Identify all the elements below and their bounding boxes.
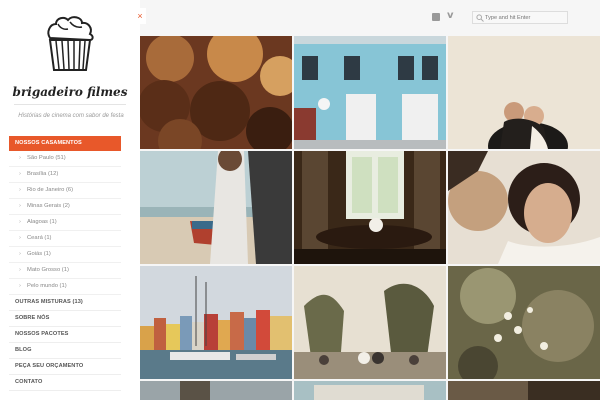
nav-subitem-mato-grosso[interactable]: › Mato Grosso (1) bbox=[9, 263, 121, 279]
nav-item-nossos-pacotes[interactable]: NOSSOS PACOTES bbox=[9, 327, 121, 343]
video-thumbnail[interactable] bbox=[448, 381, 600, 400]
nav-subitem-label: Minas Gerais (2) bbox=[27, 203, 70, 209]
video-thumbnail[interactable] bbox=[294, 36, 446, 149]
nav-subitem-label: Mato Grosso (1) bbox=[27, 267, 69, 273]
video-thumbnail[interactable] bbox=[140, 36, 292, 149]
nav-subitem-pelo-mundo[interactable]: › Pelo mundo (1) bbox=[9, 279, 121, 295]
nav-subitem-label: Pelo mundo (1) bbox=[27, 283, 67, 289]
main-nav: NOSSOS CASAMENTOS › São Paulo (51) › Brasí… bbox=[9, 136, 121, 391]
nav-item-contato[interactable]: CONTATO bbox=[9, 375, 121, 391]
nav-subitem-label: Alagoas (1) bbox=[27, 219, 57, 225]
arrow-icon: › bbox=[19, 283, 21, 289]
video-thumbnail[interactable] bbox=[294, 266, 446, 379]
nav-item-peca-seu-orcamento[interactable]: PEÇA SEU ORÇAMENTO bbox=[9, 359, 121, 375]
arrow-icon: › bbox=[19, 187, 21, 193]
sidebar: brigadeiro filmes Histórias de cinema co… bbox=[0, 0, 140, 400]
tagline: Histórias de cinema com sabor de festa bbox=[18, 113, 124, 119]
video-thumbnail[interactable] bbox=[448, 266, 600, 379]
arrow-icon: › bbox=[19, 155, 21, 161]
nav-subitem-sao-paulo[interactable]: › São Paulo (51) bbox=[9, 151, 121, 167]
search-box bbox=[472, 11, 568, 24]
logo-text: brigadeiro filmes bbox=[12, 85, 128, 99]
nav-subitem-label: Goiás (1) bbox=[27, 251, 51, 257]
video-thumbnail[interactable] bbox=[140, 381, 292, 400]
nav-subitem-rio-de-janeiro[interactable]: › Rio de Janeiro (6) bbox=[9, 183, 121, 199]
video-thumbnail[interactable] bbox=[448, 36, 600, 149]
arrow-icon: › bbox=[19, 171, 21, 177]
video-thumbnail[interactable] bbox=[448, 151, 600, 264]
arrow-icon: › bbox=[19, 267, 21, 273]
logo[interactable]: brigadeiro filmes bbox=[0, 14, 140, 99]
nav-subitem-label: São Paulo (51) bbox=[27, 155, 66, 161]
nav-subitem-ceara[interactable]: › Ceará (1) bbox=[9, 231, 121, 247]
video-thumbnail[interactable] bbox=[140, 266, 292, 379]
vimeo-icon[interactable]: v bbox=[447, 10, 454, 21]
nav-subitem-label: Ceará (1) bbox=[27, 235, 52, 241]
video-grid bbox=[140, 36, 600, 400]
arrow-icon: › bbox=[19, 219, 21, 225]
nav-subitem-minas-gerais[interactable]: › Minas Gerais (2) bbox=[9, 199, 121, 215]
nav-subitem-label: Brasília (12) bbox=[27, 171, 59, 177]
arrow-icon: › bbox=[19, 203, 21, 209]
nav-subitem-brasilia[interactable]: › Brasília (12) bbox=[9, 167, 121, 183]
nav-subitem-label: Rio de Janeiro (6) bbox=[27, 187, 74, 193]
nav-item-nossos-casamentos[interactable]: NOSSOS CASAMENTOS bbox=[9, 136, 121, 151]
nav-item-sobre-nos[interactable]: SOBRE NÓS bbox=[9, 311, 121, 327]
divider bbox=[14, 104, 126, 105]
search-icon bbox=[476, 14, 484, 22]
search-input[interactable] bbox=[485, 13, 565, 23]
video-thumbnail[interactable] bbox=[140, 151, 292, 264]
nav-item-outras-misturas[interactable]: OUTRAS MISTURAS (13) bbox=[9, 295, 121, 311]
facebook-icon[interactable] bbox=[432, 13, 440, 21]
arrow-icon: › bbox=[19, 251, 21, 257]
nav-item-blog[interactable]: BLOG bbox=[9, 343, 121, 359]
nav-subitem-goias[interactable]: › Goiás (1) bbox=[9, 247, 121, 263]
brigadeiro-logo-icon bbox=[47, 16, 94, 71]
nav-subitem-alagoas[interactable]: › Alagoas (1) bbox=[9, 215, 121, 231]
top-bar: v bbox=[140, 0, 600, 36]
arrow-icon: › bbox=[19, 235, 21, 241]
video-thumbnail[interactable] bbox=[294, 151, 446, 264]
video-thumbnail[interactable] bbox=[294, 381, 446, 400]
